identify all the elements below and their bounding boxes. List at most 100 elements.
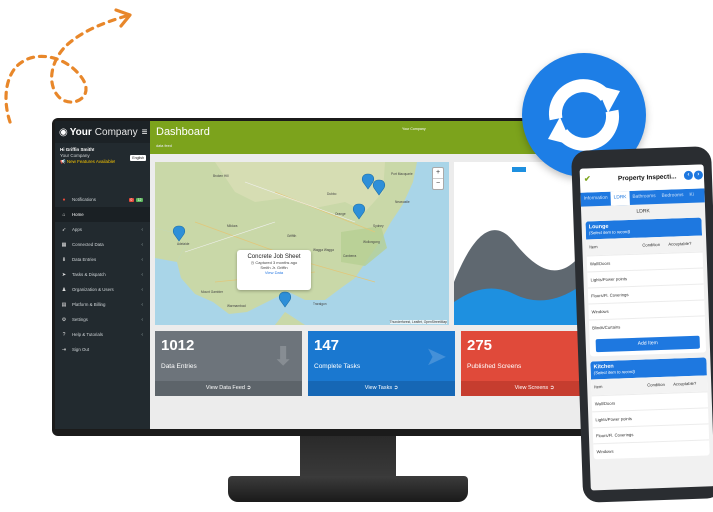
stat-link-label: View Data Feed bbox=[205, 385, 245, 391]
home-icon: ⌂ bbox=[62, 211, 66, 218]
chevron-left-icon: ‹ bbox=[141, 271, 143, 278]
zoom-in-button[interactable]: + bbox=[433, 168, 443, 179]
hamburger-menu-icon[interactable]: ≡ bbox=[142, 127, 148, 138]
sidebar-item-label: Help & Tutorials bbox=[72, 332, 103, 337]
col-condition: Condition bbox=[647, 381, 665, 388]
col-item: Item bbox=[594, 384, 603, 390]
sidebar-item-tasks-dispatch[interactable]: ➤ Tasks & Dispatch ‹ bbox=[55, 267, 150, 282]
sidebar-item-notifications[interactable]: ● Notifications 0 12 bbox=[55, 192, 150, 207]
page-title: Dashboard bbox=[156, 126, 210, 138]
form-title: Property Inspecti... bbox=[617, 173, 677, 183]
help-icon: ? bbox=[62, 331, 66, 338]
sidebar-item-label: Connected Data bbox=[72, 242, 104, 247]
arrow-circle-icon: ➲ bbox=[246, 385, 252, 391]
gear-icon: ⚙ bbox=[61, 316, 67, 323]
stat-link-label: View Tasks bbox=[364, 385, 393, 391]
chevron-left-icon: ‹ bbox=[141, 316, 143, 323]
col-acceptable: Acceptable? bbox=[668, 240, 692, 247]
app-logo-icon: ✔ bbox=[583, 174, 591, 184]
sidebar-item-home[interactable]: ⌂ Home bbox=[55, 207, 150, 222]
tab-kitchen[interactable]: Ki bbox=[686, 189, 697, 203]
sign-out-icon: ⇥ bbox=[61, 346, 67, 353]
clock-icon: ◷ bbox=[250, 260, 255, 265]
logo-icon: ◉ bbox=[59, 126, 68, 138]
new-features-link[interactable]: New Features Available! bbox=[67, 159, 115, 164]
col-condition: Condition bbox=[642, 241, 661, 248]
section-lounge: Lounge (Select item to record) Item Cond… bbox=[585, 217, 707, 357]
inbox-icon: ⬇ bbox=[61, 256, 67, 263]
prev-page-button[interactable]: ‹ bbox=[683, 170, 694, 181]
phone-app-header: ✔ Property Inspecti... ‹ › bbox=[579, 164, 705, 193]
sidebar-item-sign-out[interactable]: ⇥ Sign Out bbox=[55, 342, 150, 357]
paper-plane-icon: ➤ bbox=[61, 271, 67, 278]
language-select[interactable]: English bbox=[130, 155, 146, 161]
sidebar-nav: ● Notifications 0 12 ⌂ Home ➶ Apps ‹ ▦ C… bbox=[55, 192, 150, 357]
download-icon: ⬇ bbox=[272, 341, 294, 371]
view-tasks-link[interactable]: View Tasks ➲ bbox=[308, 381, 455, 396]
section-kitchen: Kitchen (Select item to record) Item Con… bbox=[590, 357, 710, 460]
brand-logo[interactable]: ◉ Your Company ≡ bbox=[55, 121, 150, 143]
sidebar-item-settings[interactable]: ⚙ Settings ‹ bbox=[55, 312, 150, 327]
sidebar-item-label: Home bbox=[72, 212, 84, 217]
stat-card-complete-tasks: 147 Complete Tasks ➤ View Tasks ➲ bbox=[308, 331, 455, 396]
chevron-left-icon: ‹ bbox=[141, 241, 143, 248]
stat-value: 1012 bbox=[161, 337, 195, 354]
stat-label: Published Screens bbox=[467, 363, 522, 370]
sidebar-item-help-tutorials[interactable]: ? Help & Tutorials ‹ bbox=[55, 327, 150, 342]
sidebar-item-organization-users[interactable]: ♟ Organization & Users ‹ bbox=[55, 282, 150, 297]
next-page-button[interactable]: › bbox=[693, 170, 704, 180]
map-attribution[interactable]: Thunderforest, Leaflet, OpenStreetMap bbox=[389, 320, 447, 324]
chevron-left-icon: ‹ bbox=[141, 256, 143, 263]
arrow-circle-icon: ➲ bbox=[393, 385, 399, 391]
chevron-left-icon: ‹ bbox=[141, 301, 143, 308]
table-icon: ▦ bbox=[61, 241, 67, 248]
sidebar-item-label: Data Entries bbox=[72, 257, 97, 262]
chevron-left-icon: ‹ bbox=[141, 226, 143, 233]
tab-information[interactable]: Information bbox=[580, 192, 610, 207]
map-popup: Concrete Job Sheet ◷ Captured 3 months a… bbox=[237, 250, 311, 290]
stat-card-data-entries: 1012 Data Entries ⬇ View Data Feed ➲ bbox=[155, 331, 302, 396]
sidebar-item-platform-billing[interactable]: ▤ Platform & Billing ‹ bbox=[55, 297, 150, 312]
view-data-feed-link[interactable]: View Data Feed ➲ bbox=[155, 381, 302, 396]
tab-bathrooms[interactable]: Bathrooms bbox=[629, 190, 659, 205]
map-zoom-control: + − bbox=[432, 167, 444, 190]
notification-badge-red: 0 bbox=[128, 198, 134, 202]
arrow-circle-icon: ➲ bbox=[549, 385, 555, 391]
megaphone-icon: 📢 bbox=[60, 159, 66, 164]
tab-bedrooms[interactable]: Bedrooms bbox=[658, 189, 686, 204]
tab-ldrk[interactable]: LDRK bbox=[610, 190, 630, 206]
phone-screen: ✔ Property Inspecti... ‹ › Information L… bbox=[579, 164, 713, 491]
sidebar-item-label: Apps bbox=[72, 227, 83, 232]
zoom-out-button[interactable]: − bbox=[433, 179, 443, 189]
header-company: Your Company bbox=[402, 127, 426, 131]
monitor-stand bbox=[228, 476, 468, 502]
popup-view-data-link[interactable]: View Data bbox=[237, 270, 311, 275]
paper-plane-icon: ➤ bbox=[425, 341, 447, 371]
sidebar-item-label: Sign Out bbox=[72, 347, 90, 352]
stat-label: Data Entries bbox=[161, 363, 197, 370]
col-item: Item bbox=[589, 244, 598, 250]
page-subtitle: data feed bbox=[156, 144, 172, 148]
org-chart-icon: ♟ bbox=[61, 286, 67, 293]
stat-link-label: View Screens bbox=[514, 385, 549, 391]
sidebar-item-label: Settings bbox=[72, 317, 88, 322]
stat-value: 275 bbox=[467, 337, 493, 354]
notification-badge-green: 12 bbox=[136, 198, 143, 202]
rocket-icon: ➶ bbox=[61, 226, 67, 233]
sidebar-item-apps[interactable]: ➶ Apps ‹ bbox=[55, 222, 150, 237]
monitor-neck bbox=[300, 436, 396, 478]
chevron-left-icon: ‹ bbox=[141, 286, 143, 293]
stat-label: Complete Tasks bbox=[314, 363, 361, 370]
stat-value: 147 bbox=[314, 337, 340, 354]
bell-icon: ● bbox=[62, 196, 66, 203]
sidebar-item-connected-data[interactable]: ▦ Connected Data ‹ bbox=[55, 237, 150, 252]
sidebar: ◉ Your Company ≡ Hi Griffin Smith! Your … bbox=[55, 121, 150, 429]
map-panel[interactable]: Port Macquarie Dubbo Newcastle Orange Sy… bbox=[155, 162, 449, 325]
sidebar-item-data-entries[interactable]: ⬇ Data Entries ‹ bbox=[55, 252, 150, 267]
add-item-button[interactable]: Add Item bbox=[595, 335, 700, 353]
col-acceptable: Acceptable? bbox=[673, 380, 697, 387]
brand-rest: Company bbox=[94, 126, 138, 138]
phone-mockup: ✔ Property Inspecti... ‹ › Information L… bbox=[571, 146, 713, 503]
brand-bold: Your bbox=[69, 126, 92, 138]
server-icon: ▤ bbox=[61, 301, 67, 308]
